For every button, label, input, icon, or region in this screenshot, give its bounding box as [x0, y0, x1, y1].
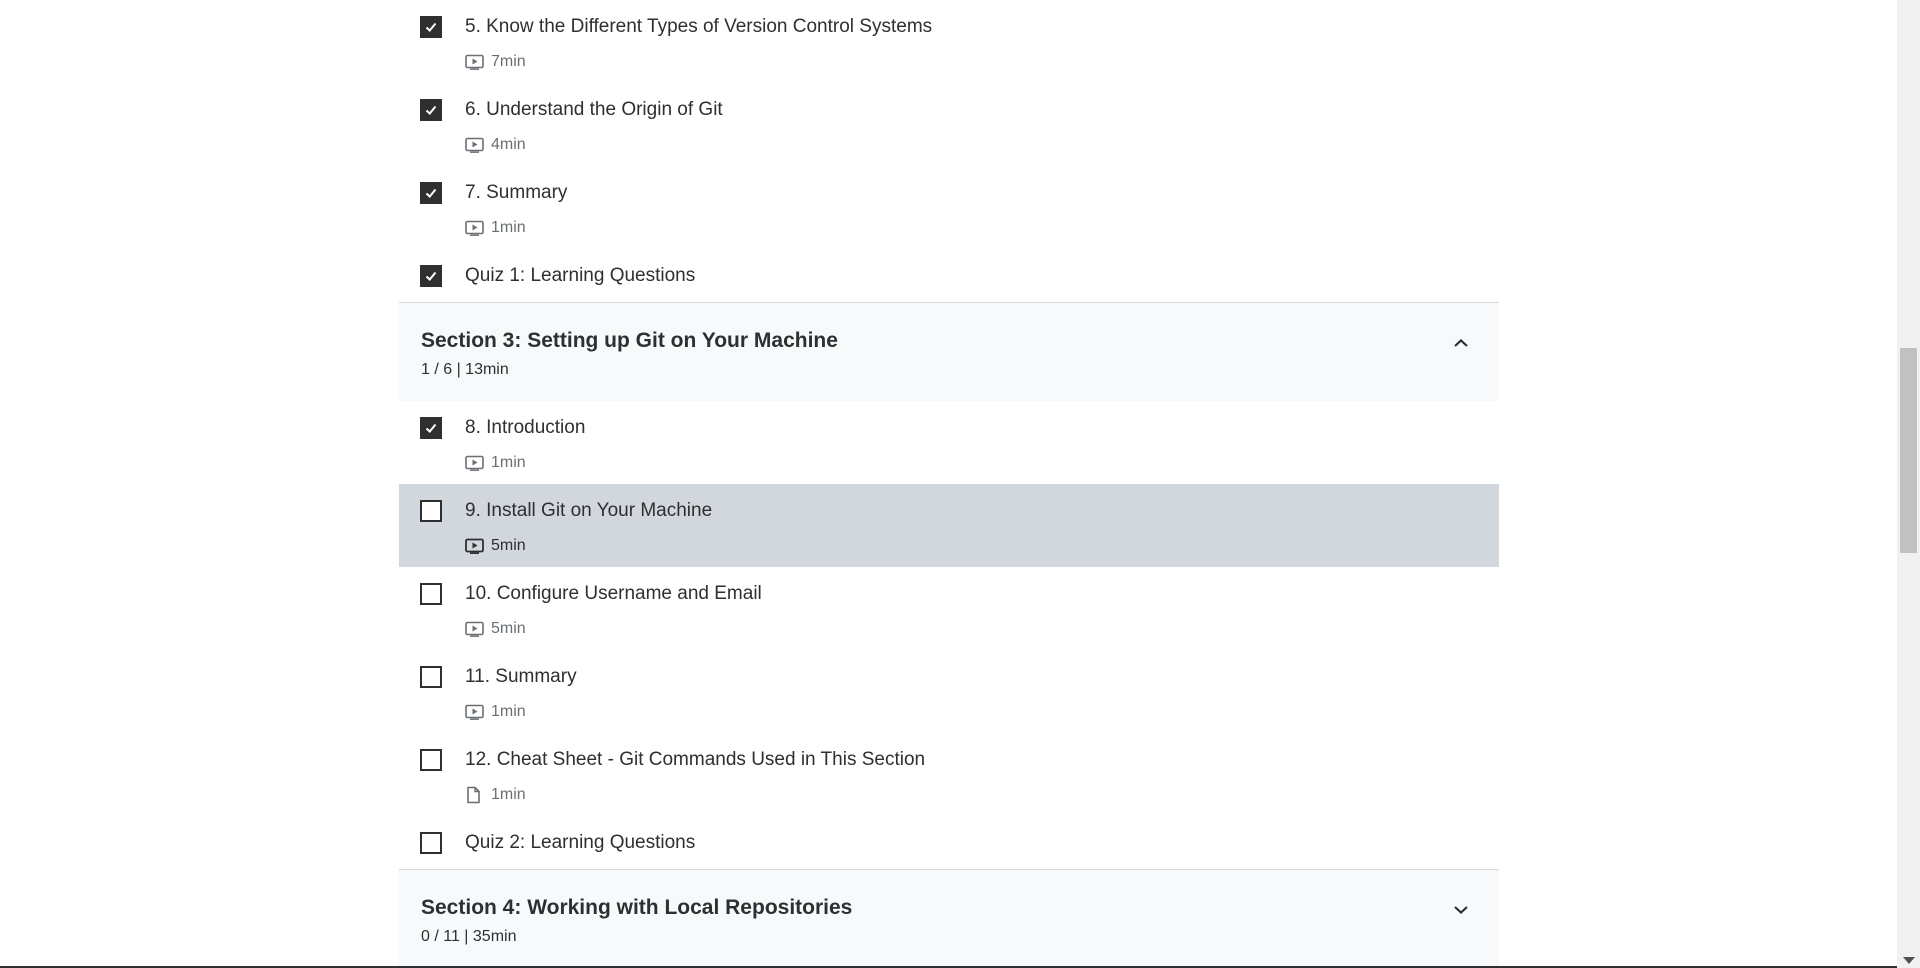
completed-checkbox[interactable]: [420, 265, 442, 287]
lecture-meta: 7min: [465, 52, 526, 72]
section-title: Section 3: Setting up Git on Your Machin…: [421, 329, 838, 352]
lecture-duration: 5min: [491, 620, 526, 637]
file-icon: [465, 786, 487, 804]
lecture-meta: 1min: [465, 785, 526, 805]
section-header-4[interactable]: Section 4: Working with Local Repositori…: [399, 869, 1499, 968]
video-icon: [465, 703, 487, 721]
lecture-title: 9. Install Git on Your Machine: [465, 500, 713, 521]
video-icon: [465, 219, 487, 237]
video-icon: [465, 537, 487, 555]
lecture-item-8[interactable]: 8. Introduction 1min: [399, 401, 1499, 484]
lecture-duration: 1min: [491, 219, 526, 236]
scrollbar-thumb[interactable]: [1900, 348, 1917, 553]
lecture-item-12[interactable]: 12. Cheat Sheet - Git Commands Used in T…: [399, 733, 1499, 816]
checkmark-icon: [425, 271, 437, 281]
lecture-meta: 5min: [465, 619, 526, 639]
incomplete-checkbox[interactable]: [420, 832, 442, 854]
course-content-page: 5. Know the Different Types of Version C…: [0, 0, 1920, 968]
section-title: Section 4: Working with Local Repositori…: [421, 896, 853, 919]
quiz-title: Quiz 2: Learning Questions: [465, 832, 696, 853]
scroll-down-arrow-icon[interactable]: [1903, 957, 1915, 964]
lecture-duration: 1min: [491, 454, 526, 471]
lecture-duration: 1min: [491, 703, 526, 720]
section-header-3[interactable]: Section 3: Setting up Git on Your Machin…: [399, 302, 1499, 401]
lecture-title: 8. Introduction: [465, 417, 586, 438]
quiz-item-1[interactable]: Quiz 1: Learning Questions: [399, 249, 1499, 302]
section-stats: 1 / 6 | 13min: [421, 361, 509, 378]
lecture-title: 7. Summary: [465, 182, 568, 203]
vertical-scrollbar[interactable]: [1897, 0, 1920, 968]
lecture-title: 12. Cheat Sheet - Git Commands Used in T…: [465, 749, 926, 770]
lecture-duration: 1min: [491, 786, 526, 803]
lecture-item-11[interactable]: 11. Summary 1min: [399, 650, 1499, 733]
lecture-title: 11. Summary: [465, 666, 577, 687]
completed-checkbox[interactable]: [420, 417, 442, 439]
curriculum-list: 5. Know the Different Types of Version C…: [399, 0, 1499, 968]
chevron-up-icon[interactable]: [1451, 333, 1471, 353]
lecture-item-9-current[interactable]: 9. Install Git on Your Machine 5min: [399, 484, 1499, 567]
lecture-item-5[interactable]: 5. Know the Different Types of Version C…: [399, 0, 1499, 83]
lecture-duration: 5min: [491, 537, 526, 554]
lecture-meta: 1min: [465, 218, 526, 238]
lecture-duration: 7min: [491, 53, 526, 70]
lecture-title: 6. Understand the Origin of Git: [465, 99, 723, 120]
lecture-title: 5. Know the Different Types of Version C…: [465, 16, 933, 37]
checkmark-icon: [425, 22, 437, 32]
incomplete-checkbox[interactable]: [420, 500, 442, 522]
completed-checkbox[interactable]: [420, 182, 442, 204]
video-icon: [465, 620, 487, 638]
quiz-item-2[interactable]: Quiz 2: Learning Questions: [399, 816, 1499, 869]
lecture-meta: 1min: [465, 702, 526, 722]
lecture-title: 10. Configure Username and Email: [465, 583, 762, 604]
lecture-duration: 4min: [491, 136, 526, 153]
incomplete-checkbox[interactable]: [420, 666, 442, 688]
checkmark-icon: [425, 423, 437, 433]
incomplete-checkbox[interactable]: [420, 749, 442, 771]
section-stats: 0 / 11 | 35min: [421, 928, 517, 945]
completed-checkbox[interactable]: [420, 99, 442, 121]
lecture-item-7[interactable]: 7. Summary 1min: [399, 166, 1499, 249]
quiz-title: Quiz 1: Learning Questions: [465, 265, 696, 286]
lecture-item-6[interactable]: 6. Understand the Origin of Git 4min: [399, 83, 1499, 166]
checkmark-icon: [425, 105, 437, 115]
video-icon: [465, 53, 487, 71]
lecture-meta: 1min: [465, 453, 526, 473]
lecture-meta: 5min: [465, 536, 526, 556]
incomplete-checkbox[interactable]: [420, 583, 442, 605]
lecture-meta: 4min: [465, 135, 526, 155]
chevron-down-icon[interactable]: [1451, 900, 1471, 920]
video-icon: [465, 136, 487, 154]
video-icon: [465, 454, 487, 472]
lecture-item-10[interactable]: 10. Configure Username and Email 5min: [399, 567, 1499, 650]
checkmark-icon: [425, 188, 437, 198]
completed-checkbox[interactable]: [420, 16, 442, 38]
